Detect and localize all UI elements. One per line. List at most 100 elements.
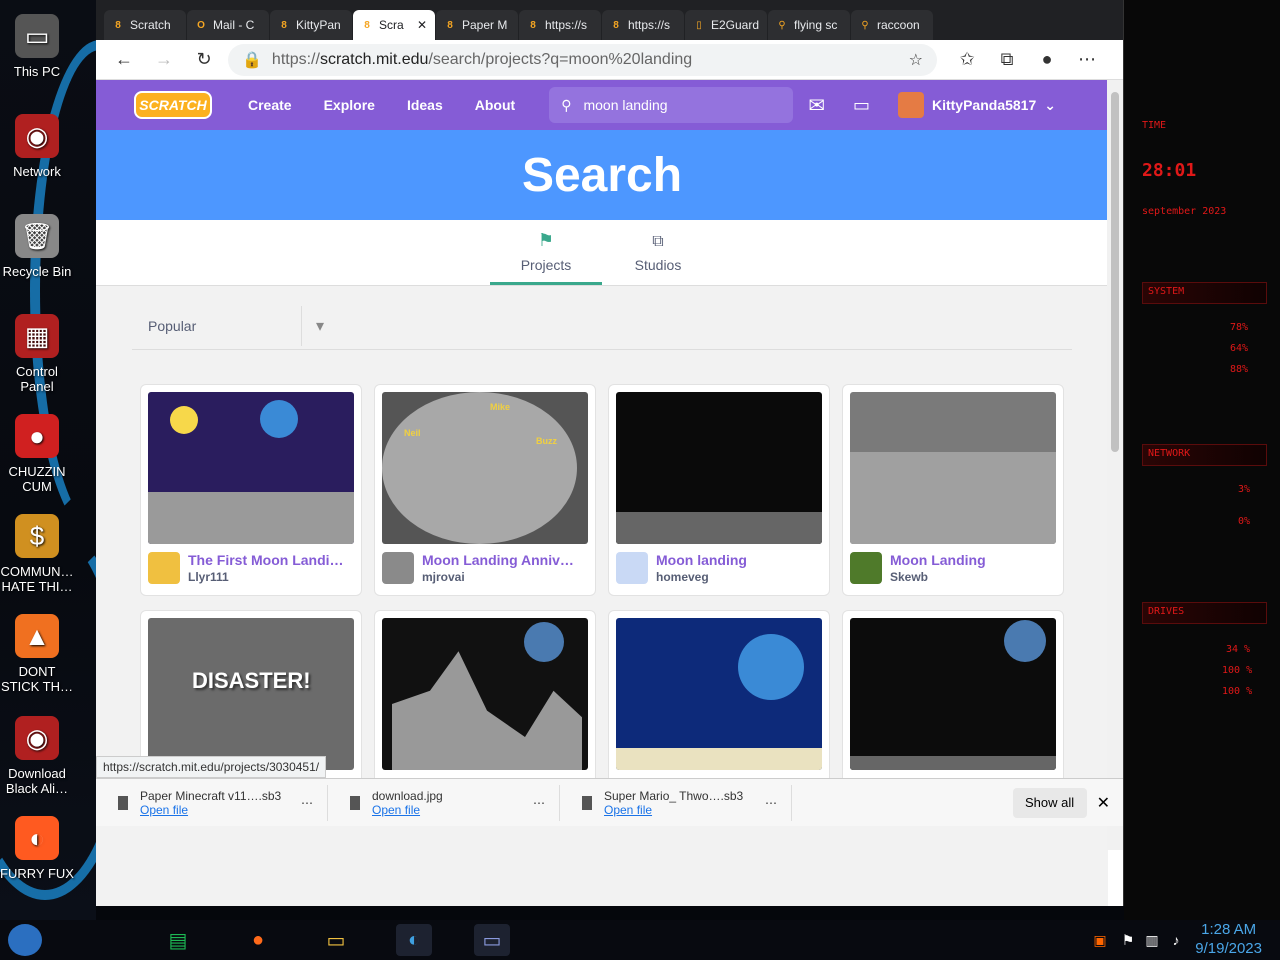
project-author[interactable]: Llyr111: [188, 570, 354, 584]
project-card[interactable]: Moon landing homeveg: [608, 384, 830, 596]
project-title[interactable]: The First Moon Landi…: [188, 552, 354, 568]
project-author[interactable]: mjrovai: [422, 570, 588, 584]
reload-button[interactable]: ↻: [188, 44, 220, 76]
more-options-icon[interactable]: ⋯: [533, 796, 545, 810]
lock-icon: 🔒: [242, 51, 262, 69]
tab-projects[interactable]: ⚑ Projects: [490, 220, 602, 285]
more-options-icon[interactable]: ⋯: [765, 796, 777, 810]
firefox-icon[interactable]: ●: [240, 924, 276, 956]
address-bar[interactable]: 🔒 https://scratch.mit.edu/search/project…: [228, 43, 937, 76]
project-thumbnail[interactable]: [148, 392, 354, 544]
download-filename: download.jpg: [372, 788, 443, 803]
tab-favicon: 8: [364, 19, 370, 31]
nav-create[interactable]: Create: [248, 97, 292, 113]
desktop-icon-5[interactable]: $ COMMUN… HATE THI…: [0, 514, 74, 594]
dropdown-arrow-icon[interactable]: ▾: [316, 316, 324, 336]
browser-tab[interactable]: ⚲ raccoon: [851, 10, 933, 40]
downloads-bar: Paper Minecraft v11….sb3 Open file ⋯ downlo…: [96, 778, 1123, 826]
tab-studios[interactable]: ⧉ Studios: [602, 220, 714, 285]
desktop-icon-label: DONT STICK TH…: [1, 664, 73, 694]
project-thumbnail[interactable]: [616, 618, 822, 770]
edge-icon[interactable]: ◐: [396, 924, 432, 956]
hud-system-label: SYSTEM: [1148, 286, 1185, 297]
browser-tab[interactable]: 8 Paper M: [436, 10, 518, 40]
browser-tab[interactable]: 8 https://s: [519, 10, 601, 40]
project-card[interactable]: The First Moon Landi… Llyr111: [140, 384, 362, 596]
project-thumbnail[interactable]: [850, 392, 1056, 544]
browser-tab[interactable]: O Mail - C: [187, 10, 269, 40]
author-avatar[interactable]: [616, 552, 648, 584]
browser-tab[interactable]: 8 KittyPan: [270, 10, 352, 40]
back-button[interactable]: ←: [108, 44, 140, 76]
close-icon[interactable]: ✕: [1097, 793, 1110, 813]
page-scrollbar[interactable]: [1107, 80, 1123, 850]
tab-title: https://s: [545, 18, 588, 32]
download-item[interactable]: Super Mario_ Thwo….sb3 Open file ⋯: [560, 784, 792, 821]
project-title[interactable]: Moon landing: [656, 552, 822, 568]
favorites-icon[interactable]: ✩: [951, 44, 983, 76]
desktop-icon-8[interactable]: ◐ FURRY FUX: [0, 816, 74, 881]
tab-favicon: 8: [281, 19, 287, 31]
nav-about[interactable]: About: [475, 97, 515, 113]
author-avatar[interactable]: [382, 552, 414, 584]
browser-tab[interactable]: 8 Scratch: [104, 10, 186, 40]
file-explorer-icon[interactable]: ▭: [318, 924, 354, 956]
taskbar-clock[interactable]: 1:28 AM 9/19/2023: [1195, 920, 1262, 958]
project-author[interactable]: Skewb: [890, 570, 1056, 584]
tab-favicon: O: [197, 19, 205, 31]
project-thumbnail[interactable]: [850, 618, 1056, 770]
collections-icon[interactable]: ⧉: [991, 44, 1023, 76]
author-avatar[interactable]: [850, 552, 882, 584]
open-file-link[interactable]: Open file: [604, 803, 743, 817]
profile-icon[interactable]: ●: [1031, 44, 1063, 76]
desktop-icon-2[interactable]: 🗑 Recycle Bin: [0, 214, 74, 279]
project-thumbnail[interactable]: [382, 618, 588, 770]
forward-button[interactable]: →: [148, 44, 180, 76]
project-title[interactable]: Moon Landing: [890, 552, 1056, 568]
desktop-icon-6[interactable]: ▲ DONT STICK TH…: [0, 614, 74, 694]
scratch-logo[interactable]: SCRATCH: [134, 91, 212, 119]
browser-tab[interactable]: 8 Scra ✕: [353, 10, 435, 40]
messages-icon[interactable]: ✉: [808, 93, 825, 118]
desktop-icon-4[interactable]: ● CHUZZIN CUM: [0, 414, 74, 494]
desktop-icon-7[interactable]: ◉ Download Black Ali…: [0, 716, 74, 796]
start-button[interactable]: [8, 924, 42, 956]
more-menu-icon[interactable]: ⋯: [1071, 44, 1103, 76]
browser-tab[interactable]: 8 https://s: [602, 10, 684, 40]
project-thumbnail[interactable]: DISASTER!: [148, 618, 354, 770]
desktop-app-icon: $: [15, 514, 59, 558]
author-avatar[interactable]: [148, 552, 180, 584]
sort-dropdown[interactable]: Popular: [132, 305, 302, 346]
browser-tab[interactable]: ▯ E2Guard: [685, 10, 767, 40]
desktop-icon-0[interactable]: ▭ This PC: [0, 14, 74, 79]
project-card[interactable]: Moon Landing Skewb: [842, 384, 1064, 596]
desktop-icon-1[interactable]: ◉ Network: [0, 114, 74, 179]
thumb-label-neil: Neil: [404, 428, 421, 438]
desktop-icon-3[interactable]: ▦ Control Panel: [0, 314, 74, 394]
spotify-icon[interactable]: ▤: [160, 924, 196, 956]
project-title[interactable]: Moon Landing Anniv…: [422, 552, 588, 568]
scroll-thumb[interactable]: [1111, 92, 1119, 452]
project-thumbnail[interactable]: [616, 392, 822, 544]
nav-ideas[interactable]: Ideas: [407, 97, 443, 113]
thumb-label-buzz: Buzz: [536, 436, 557, 446]
scratch-search-input[interactable]: ⚲ moon landing: [549, 87, 794, 123]
open-file-link[interactable]: Open file: [372, 803, 443, 817]
app-window-icon[interactable]: ▭: [474, 924, 510, 956]
more-options-icon[interactable]: ⋯: [301, 796, 313, 810]
open-file-link[interactable]: Open file: [140, 803, 281, 817]
volume-icon[interactable]: ♪: [1158, 924, 1194, 956]
my-stuff-folder-icon[interactable]: ▭: [853, 95, 870, 116]
search-icon: ⚲: [561, 96, 572, 113]
browser-tab[interactable]: ⚲ flying sc: [768, 10, 850, 40]
nav-explore[interactable]: Explore: [324, 97, 375, 113]
add-favorite-icon[interactable]: ☆: [909, 50, 923, 70]
project-thumbnail[interactable]: Neil Mike Buzz: [382, 392, 588, 544]
project-card[interactable]: Neil Mike Buzz Moon Landing Anniv… mjrovai: [374, 384, 596, 596]
account-menu[interactable]: KittyPanda5817 ⌄: [897, 92, 1056, 118]
project-author[interactable]: homeveg: [656, 570, 822, 584]
download-item[interactable]: Paper Minecraft v11….sb3 Open file ⋯: [96, 784, 328, 821]
close-tab-icon[interactable]: ✕: [417, 18, 427, 32]
show-all-button[interactable]: Show all: [1012, 787, 1087, 818]
download-item[interactable]: download.jpg Open file ⋯: [328, 784, 560, 821]
